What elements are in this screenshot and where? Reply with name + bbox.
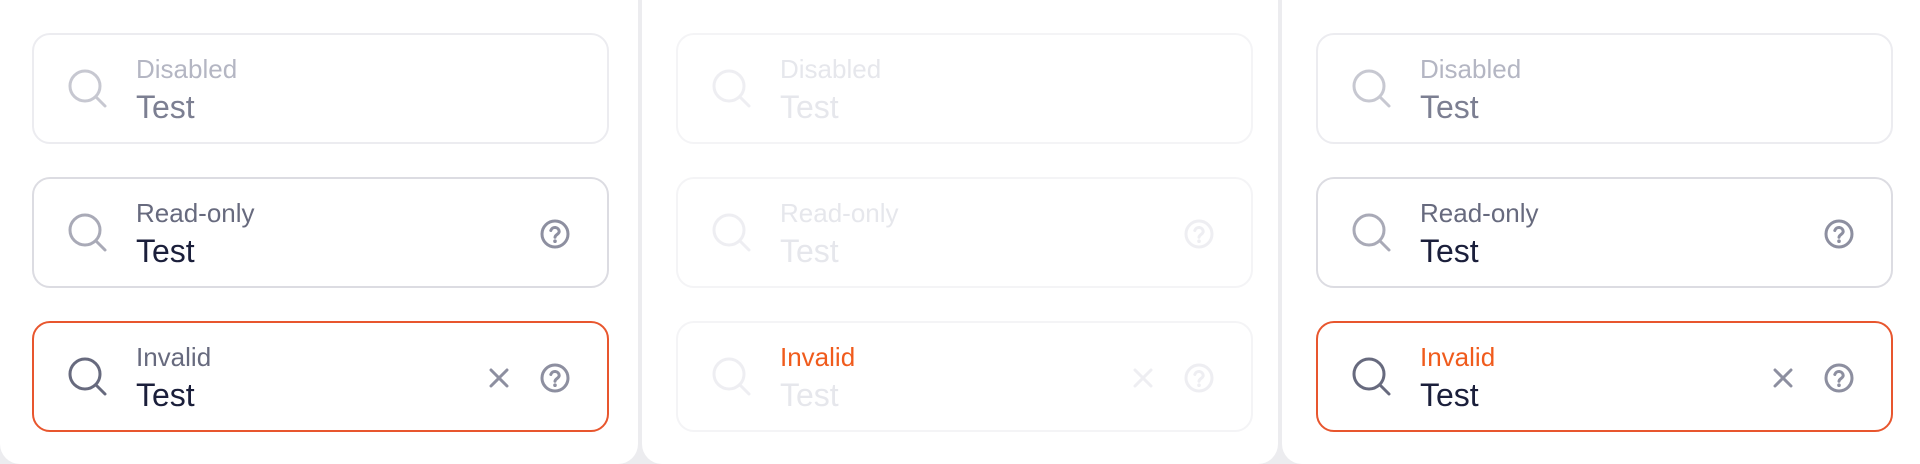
field-label: Disabled <box>1420 54 1522 84</box>
field-value: Test <box>780 89 839 125</box>
panel-left: Disabled Test Read-only Test Invalid Tes… <box>0 0 638 464</box>
clear-icon[interactable] <box>1769 364 1797 392</box>
field-label: Read-only <box>780 198 899 228</box>
search-icon <box>710 211 754 255</box>
field-value[interactable]: Test <box>1420 232 1479 270</box>
read-only-search-field[interactable]: Read-only Test <box>32 177 609 288</box>
clear-icon <box>1129 364 1157 392</box>
clear-icon[interactable] <box>485 364 513 392</box>
help-icon[interactable] <box>1823 218 1855 250</box>
search-icon <box>710 355 754 399</box>
read-only-search-field[interactable]: Read-only Test <box>1316 177 1893 288</box>
field-label: Invalid <box>1420 342 1496 372</box>
field-value: Test <box>1420 89 1479 125</box>
search-icon <box>710 67 754 111</box>
invalid-search-field[interactable]: Invalid Test <box>32 321 609 432</box>
help-icon[interactable] <box>539 218 571 250</box>
help-icon <box>1183 218 1215 250</box>
help-icon[interactable] <box>1823 362 1855 394</box>
field-value[interactable]: Test <box>136 232 195 270</box>
field-value: Test <box>136 89 195 125</box>
help-icon <box>1183 362 1215 394</box>
field-value: Test <box>780 233 839 269</box>
field-label: Read-only <box>1420 198 1539 228</box>
search-icon <box>66 355 110 399</box>
field-label: Disabled <box>136 54 238 84</box>
panel-center: Disabled Test Read-only Test Invalid Tes… <box>642 0 1278 464</box>
invalid-search-field[interactable]: Invalid Test <box>1316 321 1893 432</box>
search-icon <box>66 211 110 255</box>
field-label: Read-only <box>136 198 255 228</box>
field-label: Invalid <box>136 342 212 372</box>
field-value[interactable]: Test <box>136 376 195 414</box>
search-icon <box>66 67 110 111</box>
read-only-search-field: Read-only Test <box>676 177 1253 288</box>
search-icon <box>1350 67 1394 111</box>
disabled-search-field: Disabled Test <box>1316 33 1893 144</box>
disabled-search-field: Disabled Test <box>32 33 609 144</box>
field-label: Disabled <box>780 54 882 84</box>
field-value: Test <box>780 377 839 413</box>
help-icon[interactable] <box>539 362 571 394</box>
panel-right: Disabled Test Read-only Test Invalid Tes… <box>1282 0 1920 464</box>
field-label: Invalid <box>780 342 856 372</box>
field-value[interactable]: Test <box>1420 376 1479 414</box>
search-icon <box>1350 211 1394 255</box>
search-icon <box>1350 355 1394 399</box>
invalid-search-field: Invalid Test <box>676 321 1253 432</box>
disabled-search-field: Disabled Test <box>676 33 1253 144</box>
